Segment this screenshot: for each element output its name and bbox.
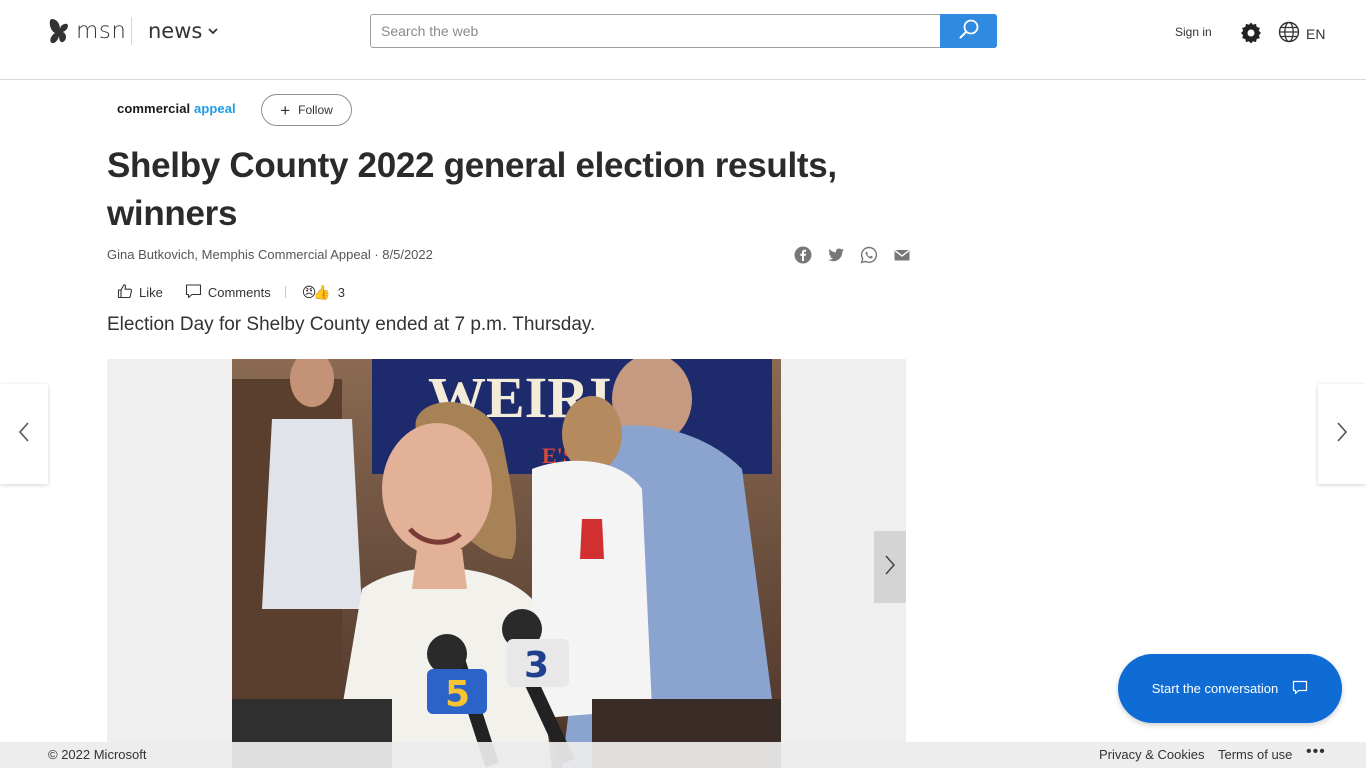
publisher-name-part1: commercial <box>117 101 191 116</box>
mic-number-2: 3 <box>524 645 549 686</box>
reaction-count: 3 <box>337 284 345 300</box>
chevron-down-icon <box>208 22 218 40</box>
follow-button[interactable]: + Follow <box>261 94 352 126</box>
comment-icon <box>185 283 202 302</box>
next-article-button[interactable] <box>1318 384 1366 484</box>
reaction-emoji: 😠👍 <box>301 283 331 300</box>
reactions-summary[interactable]: 😠👍 3 <box>302 284 345 301</box>
thumbs-up-icon <box>117 283 133 302</box>
conversation-label: Start the conversation <box>1151 681 1279 696</box>
gear-icon[interactable] <box>1240 22 1262 44</box>
article-title: Shelby County 2022 general election resu… <box>107 146 837 233</box>
comments-button[interactable]: Comments <box>185 283 271 302</box>
logo-text: msn <box>76 18 127 44</box>
chat-bubble-icon <box>1292 680 1308 698</box>
copyright-text: © 2022 Microsoft <box>48 747 147 762</box>
comments-label: Comments <box>207 284 271 300</box>
sign-in-link[interactable]: Sign in <box>1175 25 1212 39</box>
more-options-button[interactable]: ••• <box>1306 743 1326 761</box>
article-lead: Election Day for Shelby County ended at … <box>107 314 596 335</box>
engagement-bar: Like Comments 😠👍 3 <box>117 282 345 302</box>
photo-illustration: WEIRIC E'S OF 5 <box>232 359 781 768</box>
article-byline: Gina Butkovich, Memphis Commercial Appea… <box>107 247 433 262</box>
like-button[interactable]: Like <box>117 283 163 302</box>
language-selector[interactable]: EN <box>1278 21 1326 48</box>
plus-icon: + <box>280 100 291 120</box>
top-header: msn news Sign in EN <box>0 0 1366 80</box>
butterfly-icon <box>48 17 70 45</box>
previous-article-button[interactable] <box>0 384 48 484</box>
share-bar <box>794 246 911 264</box>
image-gallery: WEIRIC E'S OF 5 <box>107 359 906 768</box>
search-input[interactable] <box>381 15 936 47</box>
article-photo[interactable]: WEIRIC E'S OF 5 <box>232 359 781 768</box>
logo-divider <box>131 17 132 45</box>
privacy-link[interactable]: Privacy & Cookies <box>1099 747 1204 762</box>
publisher-name-part2: appeal <box>193 101 236 116</box>
language-label: EN <box>1306 26 1326 42</box>
gallery-next-button[interactable] <box>874 531 906 603</box>
msn-logo[interactable]: msn <box>48 16 126 46</box>
email-icon[interactable] <box>893 246 911 264</box>
follow-label: Follow <box>298 103 333 117</box>
mic-number-1: 5 <box>445 674 470 715</box>
page-footer: © 2022 Microsoft Privacy & Cookies Terms… <box>0 742 1366 768</box>
terms-link[interactable]: Terms of use <box>1218 747 1292 762</box>
search-button[interactable] <box>940 14 997 48</box>
whatsapp-icon[interactable] <box>860 246 878 264</box>
twitter-icon[interactable] <box>827 246 845 264</box>
globe-icon <box>1278 21 1300 48</box>
search-icon <box>958 18 980 45</box>
section-dropdown[interactable]: news <box>148 17 218 45</box>
facebook-icon[interactable] <box>794 246 812 264</box>
section-label: news <box>148 19 203 43</box>
start-conversation-button[interactable]: Start the conversation <box>1118 654 1342 723</box>
actions-divider <box>284 286 286 298</box>
like-label: Like <box>139 284 163 300</box>
chevron-right-icon <box>884 554 896 581</box>
chevron-right-icon <box>1336 421 1348 448</box>
chevron-left-icon <box>18 421 30 448</box>
search-box <box>370 14 997 48</box>
publisher-logo[interactable]: commercial appeal <box>117 101 236 116</box>
